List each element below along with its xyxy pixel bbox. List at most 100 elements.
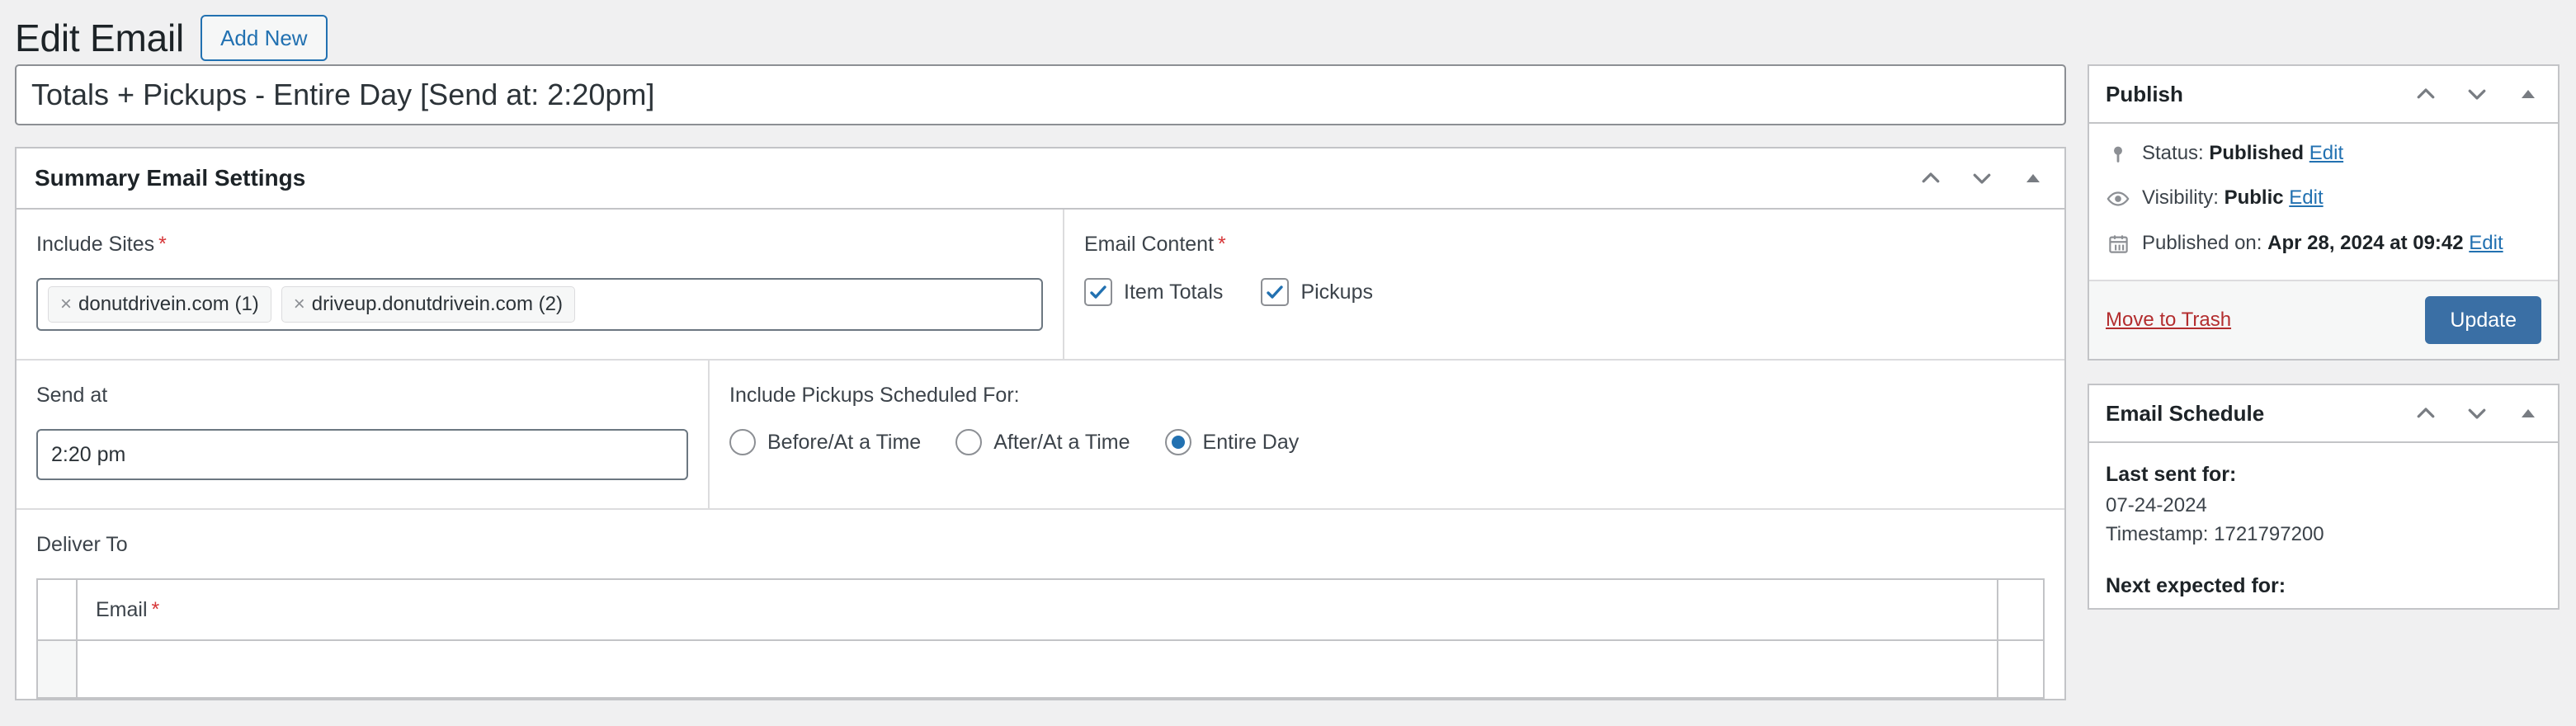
publish-status-row: Status: Published Edit [2106,140,2541,167]
radio-unchecked-icon[interactable] [955,429,983,455]
move-to-trash-link[interactable]: Move to Trash [2106,309,2231,332]
required-marker: * [158,233,167,256]
chevron-down-icon[interactable] [1967,163,1997,193]
publish-panel: Publish Status: Published Edit Visibilit… [2088,64,2559,361]
last-sent-label: Last sent for: [2106,463,2237,487]
page-header: Edit Email Add New [0,0,2576,64]
row-email-cell[interactable] [76,639,1998,699]
radio-label: After/At a Time [993,430,1130,454]
column-header-handle [36,578,78,641]
publish-actions: Move to Trash Update [2089,280,2558,360]
email-schedule-body: Last sent for: 07-24-2024 Timestamp: 172… [2089,443,2558,608]
send-at-input[interactable] [36,429,688,480]
radio-item-entire-day[interactable]: Entire Day [1164,429,1300,455]
send-at-field: Send at [17,361,710,508]
radio-label: Entire Day [1202,430,1300,454]
publish-panel-controls [2411,79,2543,109]
email-content-field: Email Content * Item Totals Pickups [1064,210,2064,359]
publish-panel-body: Status: Published Edit Visibility: Publi… [2089,124,2558,280]
triangle-up-toggle-icon[interactable] [2513,79,2543,109]
publish-visibility-text: Visibility: Public Edit [2142,186,2324,210]
publish-visibility-row: Visibility: Public Edit [2106,185,2541,211]
editor-columns: Summary Email Settings [0,64,2576,700]
edit-date-link[interactable]: Edit [2469,232,2503,254]
pickups-scheduled-field: Include Pickups Scheduled For: Before/At… [710,361,2064,508]
wordpress-edit-email-screen: Edit Email Add New Summary Email Setting… [0,0,2576,726]
email-schedule-controls [2411,398,2543,428]
checkbox-item-pickups[interactable]: Pickups [1261,278,1373,306]
email-schedule-panel: Email Schedule Last sent for: 07-24-2024… [2088,384,2559,610]
main-column: Summary Email Settings [15,64,2066,700]
publish-date-row: Published on: Apr 28, 2024 at 09:42 Edit [2106,230,2541,257]
radio-item-after-at-a-time[interactable]: After/At a Time [955,429,1130,455]
update-button[interactable]: Update [2425,296,2541,345]
settings-row-sendat-schedule: Send at Include Pickups Scheduled For: B… [17,361,2064,510]
settings-row-sites-content: Include Sites * × donutdrivein.com (1) × … [17,210,2064,361]
last-sent-date: 07-24-2024 [2106,494,2207,517]
email-content-label: Email Content * [1084,233,1226,256]
row-actions-cell[interactable] [1997,639,2045,699]
deliver-to-table: Email * [36,578,2045,699]
include-sites-field: Include Sites * × donutdrivein.com (1) × … [17,210,1064,359]
pickups-scheduled-radio-group: Before/At a Time After/At a Time Entire … [729,429,2045,455]
pin-icon [2106,142,2130,167]
chevron-down-icon[interactable] [2462,79,2492,109]
email-schedule-title: Email Schedule [2106,400,2265,426]
pickups-scheduled-label: Include Pickups Scheduled For: [729,384,1020,407]
publish-panel-title: Publish [2106,81,2183,106]
send-at-label: Send at [36,384,108,407]
sidebar-column: Publish Status: Published Edit Visibilit… [2088,64,2559,610]
column-header-email: Email * [76,578,1998,641]
site-tag[interactable]: × driveup.donutdrivein.com (2) [281,286,575,323]
publish-date-text: Published on: Apr 28, 2024 at 09:42 Edit [2142,231,2503,254]
publish-panel-header: Publish [2089,66,2558,124]
deliver-to-label: Deliver To [36,533,128,556]
table-row[interactable] [36,639,2045,699]
post-title-input[interactable] [15,64,2066,125]
summary-email-settings-panel: Summary Email Settings Include Sites * ×… [15,147,2066,700]
include-sites-multiselect[interactable]: × donutdrivein.com (1) × driveup.donutdr… [36,278,1043,331]
checkbox-label: Item Totals [1124,280,1224,304]
include-sites-label: Include Sites * [36,233,167,256]
radio-checked-icon[interactable] [1164,429,1191,455]
page-title: Edit Email [15,16,185,59]
eye-icon [2106,186,2130,211]
panel-controls [1916,163,2048,193]
required-marker: * [1218,233,1226,256]
radio-item-before-at-a-time[interactable]: Before/At a Time [729,429,921,455]
edit-visibility-link[interactable]: Edit [2289,186,2323,209]
site-tag-label: donutdrivein.com (1) [78,293,259,315]
column-header-actions [1997,578,2045,641]
triangle-up-toggle-icon[interactable] [2018,163,2048,193]
checkbox-item-totals[interactable]: Item Totals [1084,278,1223,306]
add-new-button[interactable]: Add New [201,15,328,61]
deliver-to-section: Deliver To Email * [17,510,2064,699]
triangle-up-toggle-icon[interactable] [2513,398,2543,428]
chevron-up-icon[interactable] [1916,163,1946,193]
chevron-down-icon[interactable] [2462,398,2492,428]
radio-unchecked-icon[interactable] [729,429,756,455]
checkbox-checked-icon[interactable] [1084,278,1112,306]
next-expected-label: Next expected for: [2106,573,2286,597]
remove-tag-icon[interactable]: × [60,295,72,314]
checkbox-checked-icon[interactable] [1261,278,1290,306]
panel-header: Summary Email Settings [17,148,2064,210]
table-header-row: Email * [36,578,2045,641]
site-tag-label: driveup.donutdrivein.com (2) [311,293,563,315]
remove-tag-icon[interactable]: × [294,295,305,314]
radio-label: Before/At a Time [767,430,922,454]
publish-status-text: Status: Published Edit [2142,142,2344,164]
panel-title: Summary Email Settings [35,165,306,191]
required-marker: * [151,597,160,621]
last-sent-timestamp: Timestamp: 1721797200 [2106,522,2324,545]
chevron-up-icon[interactable] [2411,398,2441,428]
radio-dot [1171,436,1185,449]
site-tag[interactable]: × donutdrivein.com (1) [48,286,271,323]
chevron-up-icon[interactable] [2411,79,2441,109]
edit-status-link[interactable]: Edit [2309,142,2343,164]
email-schedule-header: Email Schedule [2089,385,2558,444]
checkbox-label: Pickups [1300,280,1373,304]
email-content-checkbox-group: Item Totals Pickups [1084,278,2045,306]
row-drag-handle[interactable] [36,639,78,699]
